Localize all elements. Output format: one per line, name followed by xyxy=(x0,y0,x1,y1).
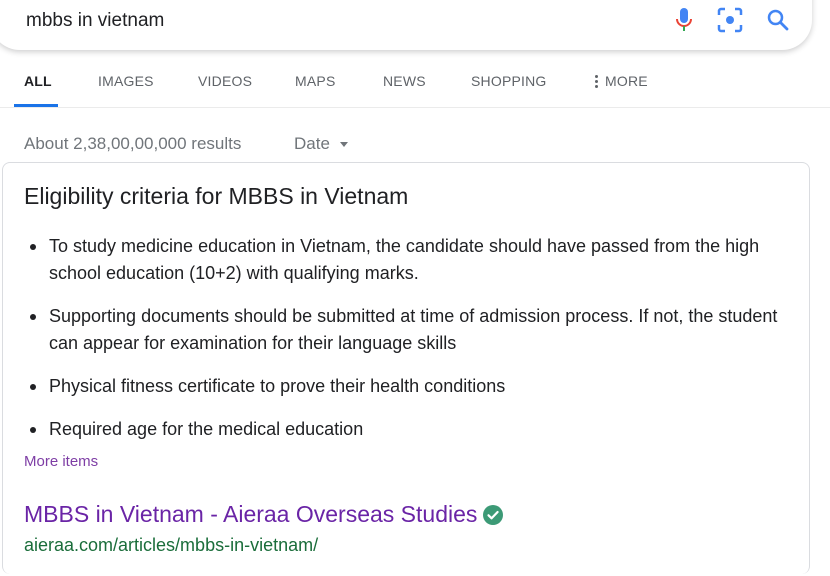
bullet-icon xyxy=(30,314,36,320)
tab-more-label: MORE xyxy=(605,73,648,89)
result-stats: About 2,38,00,00,000 results xyxy=(24,134,242,153)
result-title-text: MBBS in Vietnam - Aieraa Overseas Studie… xyxy=(24,501,478,527)
list-item: Supporting documents should be submitted… xyxy=(24,303,784,357)
verified-check-icon xyxy=(483,504,504,525)
more-vert-icon xyxy=(595,74,598,88)
mic-icon[interactable] xyxy=(670,6,698,34)
bullet-icon xyxy=(30,384,36,390)
result-url[interactable]: aieraa.com/articles/mbbs-in-vietnam/ xyxy=(24,535,318,556)
bullet-icon xyxy=(30,244,36,250)
list-item-text: Supporting documents should be submitted… xyxy=(49,306,778,353)
search-bar[interactable]: mbbs in vietnam xyxy=(0,0,812,50)
search-tabs: ALL IMAGES VIDEOS MAPS NEWS SHOPPING MOR… xyxy=(0,60,830,108)
result-title-link[interactable]: MBBS in Vietnam - Aieraa Overseas Studie… xyxy=(24,501,504,528)
tab-images[interactable]: IMAGES xyxy=(98,73,154,89)
tab-all[interactable]: ALL xyxy=(24,73,52,89)
tab-maps[interactable]: MAPS xyxy=(295,73,335,89)
featured-snippet-card: Eligibility criteria for MBBS in Vietnam… xyxy=(2,162,810,574)
bullet-icon xyxy=(30,427,36,433)
search-icon[interactable] xyxy=(764,6,792,34)
list-item-text: Required age for the medical education xyxy=(49,419,364,439)
caret-down-icon xyxy=(339,141,348,147)
list-item-text: To study medicine education in Vietnam, … xyxy=(49,236,760,283)
active-tab-indicator xyxy=(14,104,58,107)
list-item: To study medicine education in Vietnam, … xyxy=(24,233,784,287)
list-item: Physical fitness certificate to prove th… xyxy=(24,373,784,400)
more-items-link[interactable]: More items xyxy=(24,453,98,470)
tab-shopping[interactable]: SHOPPING xyxy=(471,73,547,89)
list-item: Required age for the medical education xyxy=(24,416,784,443)
date-filter-dropdown[interactable]: Date xyxy=(294,134,348,154)
date-filter-label: Date xyxy=(294,134,330,153)
lens-icon[interactable] xyxy=(716,6,744,34)
tab-news[interactable]: NEWS xyxy=(383,73,426,89)
tab-more[interactable]: MORE xyxy=(595,73,648,89)
snippet-title: Eligibility criteria for MBBS in Vietnam xyxy=(24,183,409,209)
tab-videos[interactable]: VIDEOS xyxy=(198,73,252,89)
search-results-page: mbbs in vietnam ALL IMAGES VIDEOS MAPS N… xyxy=(0,0,830,576)
search-query-text[interactable]: mbbs in vietnam xyxy=(26,10,164,32)
list-item-text: Physical fitness certificate to prove th… xyxy=(49,376,506,396)
snippet-bullet-list: To study medicine education in Vietnam, … xyxy=(24,233,784,459)
